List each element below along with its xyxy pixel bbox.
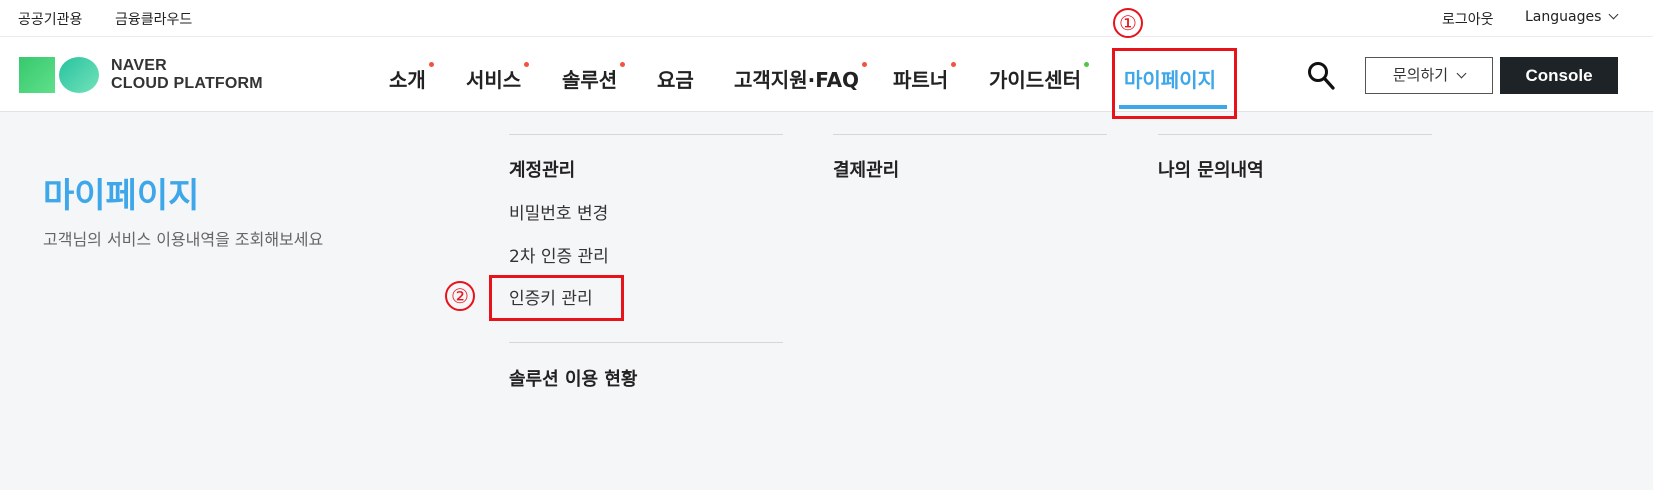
logo-line-1: NAVER <box>111 57 167 74</box>
logo-wordmark: NAVER CLOUD PLATFORM <box>111 57 263 93</box>
search-icon[interactable] <box>1307 61 1335 91</box>
new-badge-dot <box>862 62 868 67</box>
nav-item-label: 소개 <box>389 68 426 92</box>
naver-cloud-logo[interactable]: NAVER CLOUD PLATFORM <box>19 57 279 95</box>
nav-item-guide-center[interactable]: 가이드센터 <box>989 62 1089 93</box>
menu-link-change-password[interactable]: 비밀번호 변경 <box>509 199 608 224</box>
new-badge-dot <box>524 62 530 67</box>
step-1-marker: ① <box>1113 8 1143 38</box>
page-title: 마이페이지 <box>43 176 200 216</box>
logout-link[interactable]: 로그아웃 <box>1442 9 1494 29</box>
highlight-box-mypage <box>1112 48 1237 119</box>
languages-dropdown[interactable]: Languages <box>1525 9 1619 25</box>
new-badge-dot <box>951 62 957 67</box>
logo-circle-mark <box>59 57 99 93</box>
logo-line-2: CLOUD PLATFORM <box>111 75 263 92</box>
column-divider <box>509 134 783 135</box>
nav-item-label: 가이드센터 <box>989 68 1081 92</box>
nav-item-pricing[interactable]: 요금 <box>657 64 694 93</box>
chevron-down-icon <box>1456 68 1467 79</box>
new-badge-dot <box>620 62 626 67</box>
nav-item-label: 고객지원·FAQ <box>734 68 860 92</box>
menu-heading-solution-usage[interactable]: 솔루션 이용 현황 <box>509 365 637 391</box>
page-description: 고객님의 서비스 이용내역을 조회해보세요 <box>43 230 324 249</box>
main-header: NAVER CLOUD PLATFORM 소개 서비스 솔루션 요금 고객지원·… <box>0 37 1653 112</box>
step-2-marker: ② <box>445 281 475 311</box>
languages-label: Languages <box>1525 9 1602 25</box>
nav-item-label: 파트너 <box>893 68 949 92</box>
console-button[interactable]: Console <box>1500 57 1618 94</box>
menu-heading-account[interactable]: 계정관리 <box>509 156 575 182</box>
column-divider <box>1158 134 1432 135</box>
nav-item-label: 서비스 <box>466 68 522 92</box>
logo-square-mark <box>19 57 55 93</box>
chevron-down-icon <box>1608 9 1619 20</box>
column-divider <box>509 342 783 343</box>
highlight-box-auth-key <box>489 275 624 321</box>
inquiry-button[interactable]: 문의하기 <box>1365 57 1493 94</box>
nav-item-label: 요금 <box>657 68 694 92</box>
nav-item-label: 솔루션 <box>562 68 618 92</box>
nav-item-solutions[interactable]: 솔루션 <box>562 62 626 93</box>
green-badge-dot <box>1084 62 1089 67</box>
nav-item-support-faq[interactable]: 고객지원·FAQ <box>734 62 868 93</box>
column-divider <box>833 134 1107 135</box>
public-sector-link[interactable]: 공공기관용 <box>18 9 82 29</box>
inquiry-label: 문의하기 <box>1392 66 1449 84</box>
finance-cloud-link[interactable]: 금융클라우드 <box>115 9 192 29</box>
nav-item-services[interactable]: 서비스 <box>466 62 530 93</box>
nav-item-intro[interactable]: 소개 <box>389 62 434 93</box>
menu-heading-billing[interactable]: 결제관리 <box>833 156 899 182</box>
menu-link-2fa[interactable]: 2차 인증 관리 <box>509 242 609 267</box>
utility-bar: 공공기관용 금융클라우드 로그아웃 Languages <box>0 0 1653 37</box>
nav-item-partners[interactable]: 파트너 <box>893 62 957 93</box>
menu-heading-my-inquiries[interactable]: 나의 문의내역 <box>1158 156 1264 182</box>
new-badge-dot <box>428 62 434 67</box>
